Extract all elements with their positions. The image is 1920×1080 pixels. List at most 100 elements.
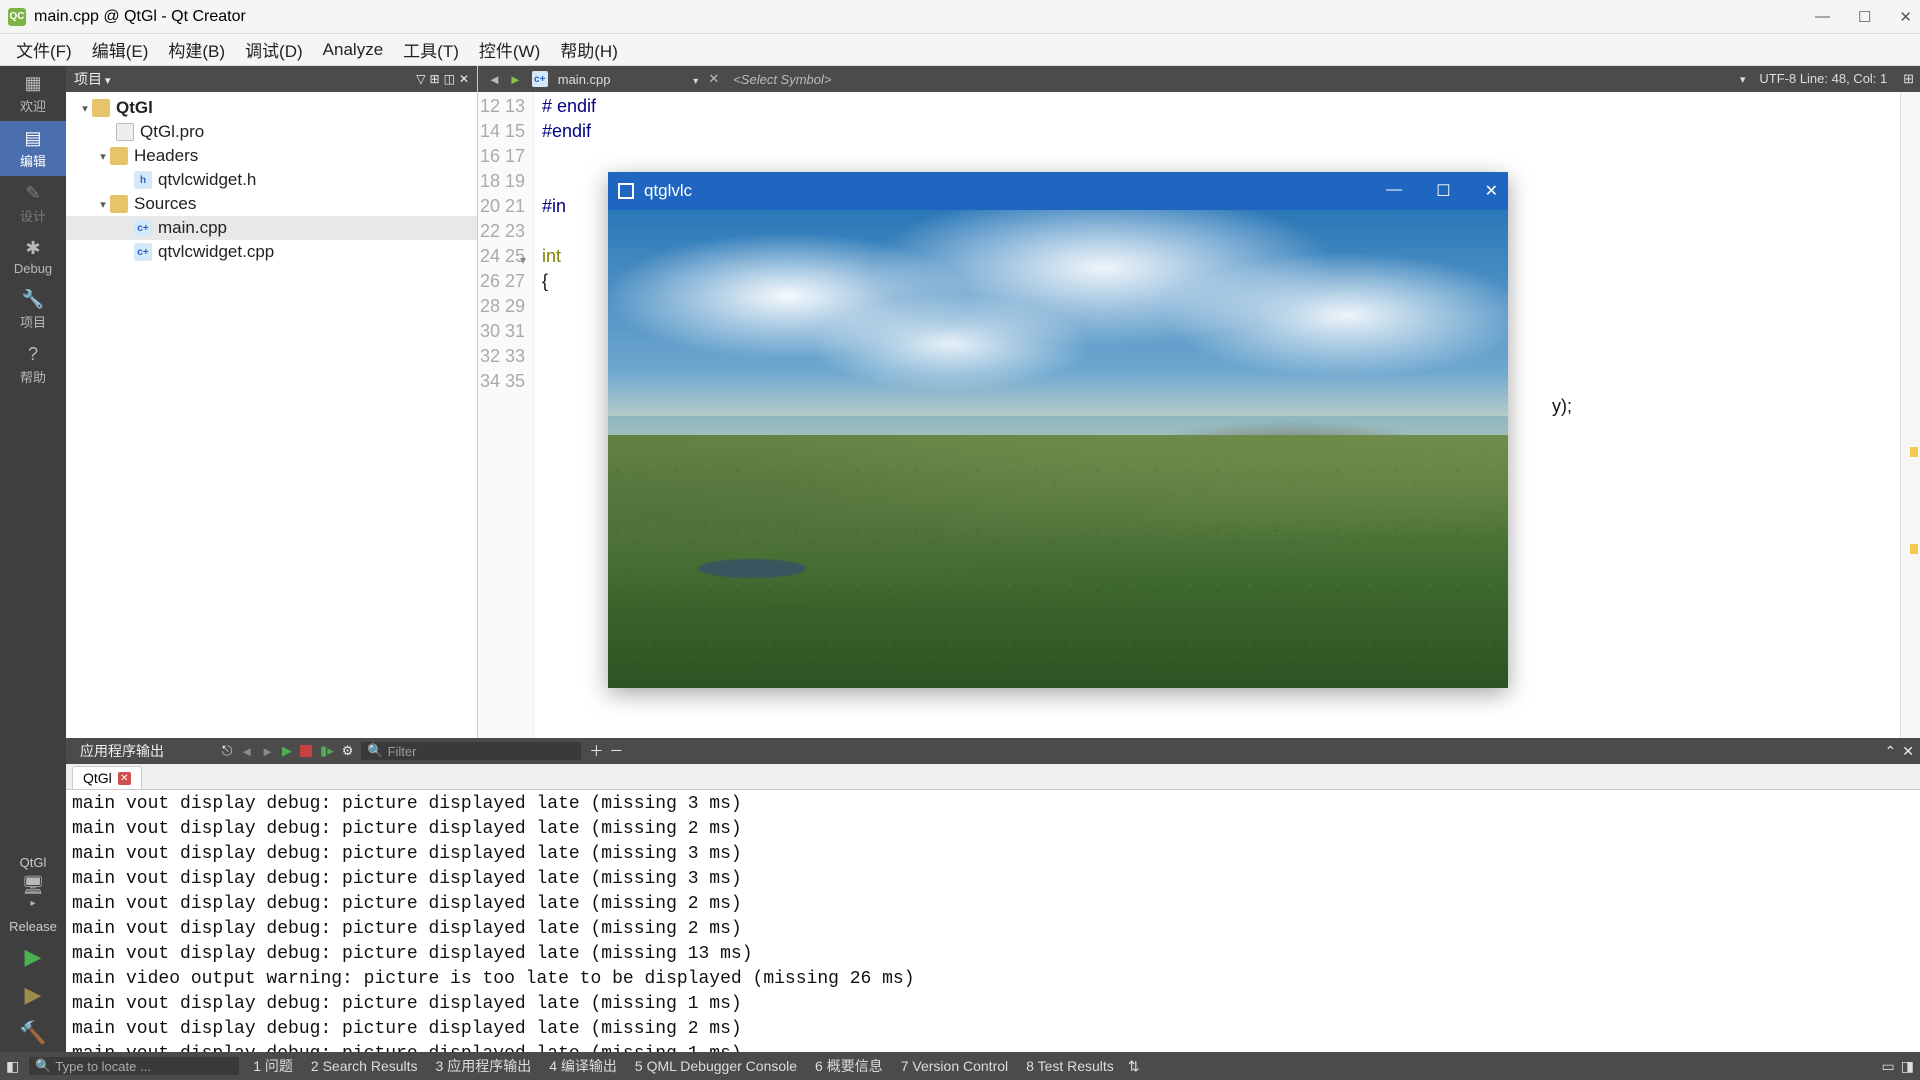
tree-sources[interactable]: ▾Sources <box>66 192 477 216</box>
mode-help-label: 帮助 <box>20 367 46 386</box>
menu-file[interactable]: 文件(F) <box>6 33 82 66</box>
tree-root-label: QtGl <box>116 98 153 118</box>
mode-edit[interactable]: ▤ 编辑 <box>0 121 66 176</box>
design-icon: ✎ <box>22 182 44 204</box>
menu-help[interactable]: 帮助(H) <box>550 33 628 66</box>
close-file-icon[interactable]: ✕ <box>704 71 723 87</box>
build-button[interactable]: 🔨 <box>0 1014 66 1052</box>
close-output-icon[interactable]: ✕ <box>1902 743 1914 760</box>
bottom-tab-tests[interactable]: 8 Test Results <box>1022 1058 1118 1074</box>
chevron-down-icon[interactable]: ▾ <box>78 101 92 115</box>
tree-header-file[interactable]: hqtvlcwidget.h <box>66 168 477 192</box>
rerun-icon[interactable]: ▶ <box>282 743 292 759</box>
attach-icon[interactable]: ⎋ <box>222 743 232 759</box>
stop-all-icon[interactable]: ▮▸ <box>320 743 334 759</box>
mode-help[interactable]: ? 帮助 <box>0 337 66 392</box>
menu-analyze[interactable]: Analyze <box>313 36 393 64</box>
wrench-icon: 🔧 <box>22 288 44 310</box>
menu-build[interactable]: 构建(B) <box>158 33 235 66</box>
kit-selector[interactable]: 🖥 ▸ <box>0 874 66 915</box>
chevron-down-icon[interactable]: ▾ <box>96 197 110 211</box>
tree-root[interactable]: ▾ QtGl <box>66 96 477 120</box>
nav-forward-icon[interactable]: ► <box>505 72 526 87</box>
close-tab-icon[interactable]: ✕ <box>118 772 131 785</box>
collapse-icon[interactable]: ⌃ <box>1885 743 1897 760</box>
folder-icon <box>92 99 110 117</box>
add-pane-icon[interactable]: ＋ <box>589 741 603 761</box>
mode-debug[interactable]: ✱ Debug <box>0 231 66 282</box>
menu-tools[interactable]: 工具(T) <box>393 33 469 66</box>
project-tree[interactable]: ▾ QtGl QtGl.pro ▾ Headers hqtvlcwidget.h ▾… <box>66 92 477 738</box>
editor-file-selector[interactable]: c+ main.cpp <box>526 71 705 87</box>
symbol-selector[interactable]: <Select Symbol> <box>733 72 831 87</box>
close-icon[interactable]: ✕ <box>1485 181 1498 201</box>
bug-icon: ✱ <box>22 237 44 259</box>
chevron-down-icon[interactable]: ▾ <box>1740 74 1746 86</box>
locator-input[interactable]: 🔍 Type to locate ... <box>29 1057 239 1075</box>
output-header: 应用程序输出 ⎋ ◄ ► ▶ ▮▸ ⚙ 🔍 Filter ＋ － ⌃ ✕ <box>66 738 1920 764</box>
maximize-icon[interactable]: ☐ <box>1436 181 1450 201</box>
window-title: main.cpp @ QtGl - Qt Creator <box>34 8 246 26</box>
tree-cpp-widget[interactable]: c+qtvlcwidget.cpp <box>66 240 477 264</box>
cpp-file-icon: c+ <box>532 71 548 87</box>
minimize-icon[interactable]: — <box>1815 8 1830 26</box>
tab-switch-icon[interactable]: ⇅ <box>1128 1058 1140 1075</box>
filter-icon[interactable]: ▽ <box>416 72 425 86</box>
output-filter-input[interactable]: 🔍 Filter <box>361 742 581 760</box>
output-tab-label: QtGl <box>83 770 112 786</box>
bottom-tab-issues[interactable]: 1 问题 <box>249 1056 297 1076</box>
filter-placeholder: Filter <box>388 744 417 759</box>
split-editor-icon[interactable]: ⊞ <box>1903 71 1914 86</box>
next-icon[interactable]: ► <box>261 744 274 759</box>
bottom-tab-general[interactable]: 6 概要信息 <box>811 1056 887 1076</box>
bottom-tab-compile[interactable]: 4 编译输出 <box>545 1056 621 1076</box>
stop-icon[interactable] <box>300 745 312 757</box>
menubar: 文件(F) 编辑(E) 构建(B) 调试(D) Analyze 工具(T) 控件… <box>0 34 1920 66</box>
cpp-file-icon: c+ <box>134 219 152 237</box>
video-title: qtglvlc <box>644 181 692 201</box>
tree-cpp1-label: main.cpp <box>158 218 227 238</box>
run-button[interactable]: ▶ <box>0 938 66 976</box>
chevron-down-icon[interactable]: ▾ <box>96 149 110 163</box>
locator-placeholder: Type to locate ... <box>55 1059 150 1074</box>
close-panel-icon[interactable]: ✕ <box>459 72 469 86</box>
bottom-tab-vcs[interactable]: 7 Version Control <box>897 1058 1012 1074</box>
link-icon[interactable]: ⊞ <box>430 72 440 86</box>
minimap[interactable] <box>1900 92 1920 738</box>
maximize-icon[interactable]: ☐ <box>1858 8 1871 26</box>
tree-cpp-main[interactable]: c+ main.cpp <box>66 216 477 240</box>
nav-back-icon[interactable]: ◄ <box>484 72 505 87</box>
tree-headers-label: Headers <box>134 146 198 166</box>
mode-welcome[interactable]: ▦ 欢迎 <box>0 66 66 121</box>
video-titlebar[interactable]: qtglvlc — ☐ ✕ <box>608 172 1508 210</box>
tree-headers[interactable]: ▾ Headers <box>66 144 477 168</box>
bottom-tab-qml[interactable]: 5 QML Debugger Console <box>631 1058 801 1074</box>
settings-icon[interactable]: ⚙ <box>342 743 354 759</box>
output-tab[interactable]: QtGl ✕ <box>72 766 142 789</box>
mode-design[interactable]: ✎ 设计 <box>0 176 66 231</box>
mode-projects-label: 项目 <box>20 312 46 331</box>
kit-name[interactable]: QtGl <box>0 851 66 874</box>
project-view-selector[interactable]: 项目 <box>74 69 111 89</box>
bottom-tab-search[interactable]: 2 Search Results <box>307 1058 422 1074</box>
menu-edit[interactable]: 编辑(E) <box>82 33 159 66</box>
toggle-sidebar-icon[interactable]: ◧ <box>6 1058 19 1075</box>
bottom-tab-appoutput[interactable]: 3 应用程序输出 <box>432 1056 536 1076</box>
remove-pane-icon[interactable]: － <box>609 741 623 761</box>
output-console[interactable]: main vout display debug: picture display… <box>66 790 1920 1052</box>
monitor-icon: 🖥 <box>22 874 44 896</box>
split-icon[interactable]: ◫ <box>444 72 455 86</box>
tree-pro-file[interactable]: QtGl.pro <box>66 120 477 144</box>
toggle-right-icon[interactable]: ◨ <box>1901 1058 1914 1075</box>
cpp-file-icon: c+ <box>134 243 152 261</box>
menu-debugmenu[interactable]: 调试(D) <box>235 33 313 66</box>
close-icon[interactable]: ✕ <box>1899 8 1912 26</box>
mode-projects[interactable]: 🔧 项目 <box>0 282 66 337</box>
menu-widgets[interactable]: 控件(W) <box>469 33 550 66</box>
progress-icon[interactable]: ▭ <box>1882 1058 1895 1075</box>
run-debug-button[interactable]: ▶ <box>0 976 66 1014</box>
editor-status: UTF-8 Line: 48, Col: 1 <box>1759 71 1887 86</box>
minimize-icon[interactable]: — <box>1386 181 1402 201</box>
video-window[interactable]: qtglvlc — ☐ ✕ <box>608 172 1508 688</box>
prev-icon[interactable]: ◄ <box>240 744 253 759</box>
